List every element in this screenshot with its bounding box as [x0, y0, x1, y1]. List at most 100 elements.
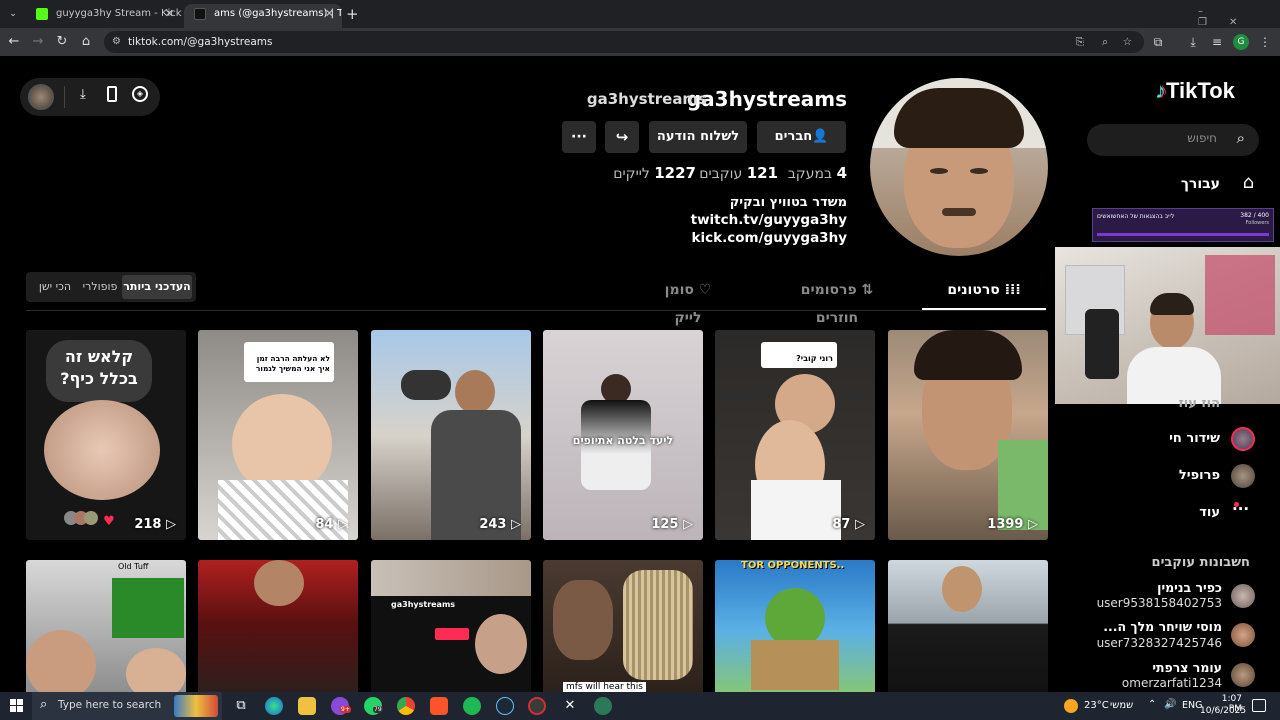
- brave-icon[interactable]: [430, 697, 448, 715]
- address-bar[interactable]: ⚙ tiktok.com/@ga3hystreams ⎘ ⌕ ☆: [104, 31, 1144, 53]
- sort-popular-button[interactable]: פופולרי: [80, 275, 120, 299]
- search-box[interactable]: חיפוש ⌕: [1087, 124, 1259, 156]
- back-arrow-icon[interactable]: ←: [5, 33, 23, 51]
- sidebar-item-more[interactable]: עוד: [1199, 505, 1220, 520]
- more-options-icon[interactable]: ···: [562, 121, 596, 153]
- send-message-button[interactable]: לשלוח הודעה: [649, 121, 747, 153]
- edge-icon[interactable]: [265, 697, 283, 715]
- weather-sun-icon[interactable]: [1064, 699, 1078, 713]
- close-icon[interactable]: ✕: [325, 4, 334, 24]
- steam-icon[interactable]: [496, 697, 514, 715]
- home-icon[interactable]: ⌂: [77, 33, 95, 51]
- browser-tab-tiktok[interactable]: ams (@ga3hystreams) | TikTok ✕: [184, 4, 342, 28]
- view-count: 1399 ▷: [987, 517, 1038, 532]
- whatsapp-icon[interactable]: 79: [364, 697, 383, 715]
- video-tile[interactable]: לא העלתה הרבה זמן איך אני המשיך לגמור 84…: [198, 330, 358, 540]
- browser-tab-kick[interactable]: guyyga3hy Stream - Kick Dashb ✕: [26, 4, 182, 28]
- video-tile[interactable]: [198, 560, 358, 692]
- tiktok-logo[interactable]: ♪TikTok: [1155, 78, 1235, 104]
- video-tile[interactable]: 1399 ▷: [888, 330, 1048, 540]
- thumb-face: [254, 560, 304, 606]
- account-handle[interactable]: omerzarfati1234: [1122, 676, 1222, 690]
- capcut-icon[interactable]: ✕: [561, 697, 579, 715]
- extensions-icon[interactable]: ⧉: [1150, 34, 1166, 50]
- video-tile[interactable]: רוני קובי? 87 ▷: [715, 330, 875, 540]
- video-tile[interactable]: [888, 560, 1048, 692]
- followers-stat[interactable]: 121 עוקבים: [699, 164, 778, 182]
- sort-latest-button[interactable]: העדכני ביותר: [122, 275, 192, 299]
- video-tile[interactable]: ga3hystreams: [371, 560, 531, 692]
- window-controls[interactable]: –❐✕: [1198, 6, 1280, 28]
- tab-reposts[interactable]: ⇅ פרסומים חוזרים: [778, 276, 896, 326]
- user-avatar[interactable]: [28, 84, 54, 110]
- app-globe-icon[interactable]: [594, 697, 612, 715]
- forward-arrow-icon[interactable]: →: [29, 33, 47, 51]
- weather-temp[interactable]: 23°C: [1084, 700, 1109, 711]
- obs-icon[interactable]: [528, 697, 546, 715]
- profile-avatar-icon[interactable]: G: [1233, 34, 1249, 50]
- account-handle[interactable]: user9538158402753: [1097, 596, 1222, 610]
- menu-kebab-icon[interactable]: ⋮: [1257, 34, 1273, 50]
- account-avatar[interactable]: [1231, 623, 1255, 647]
- close-icon[interactable]: ✕: [165, 4, 174, 24]
- share-icon[interactable]: ↪: [605, 121, 639, 153]
- chrome-icon[interactable]: [397, 697, 415, 715]
- profile-avatar[interactable]: [870, 78, 1048, 256]
- following-stat[interactable]: 4 במעקב: [788, 164, 847, 182]
- sidebar-item-profile[interactable]: פרופיל: [1179, 468, 1220, 483]
- task-view-icon[interactable]: ⧉: [232, 697, 250, 715]
- bio-link-kick[interactable]: kick.com/guyyga3hy: [692, 230, 847, 246]
- video-tile[interactable]: ליעד בלטה אתיופים 125 ▷: [543, 330, 703, 540]
- account-handle[interactable]: user7328327425746: [1097, 636, 1222, 650]
- site-info-icon[interactable]: ⚙: [112, 31, 121, 53]
- spotify-icon[interactable]: [463, 697, 481, 715]
- new-tab-button[interactable]: +: [346, 5, 359, 23]
- windows-start-icon[interactable]: [10, 699, 23, 712]
- tray-arrow-icon[interactable]: ⌃: [1148, 699, 1156, 710]
- video-tile[interactable]: Old Tuff: [26, 560, 186, 692]
- account-name[interactable]: כפיר בנימין: [1157, 580, 1222, 595]
- volume-icon[interactable]: 🔊: [1164, 699, 1176, 710]
- zoom-icon[interactable]: ⌕: [1102, 31, 1108, 53]
- app-icon[interactable]: 9+: [331, 697, 351, 715]
- download-icon[interactable]: ⤓: [80, 87, 86, 102]
- video-tile[interactable]: mfs will hear this: [543, 560, 703, 692]
- sidebar-item-for-you[interactable]: עבורך: [1181, 176, 1220, 192]
- sort-oldest-button[interactable]: הכי ישן: [32, 275, 78, 299]
- kick-favicon-icon: [36, 8, 48, 20]
- file-explorer-icon[interactable]: [298, 697, 316, 715]
- account-name[interactable]: עומר צרפתי: [1152, 660, 1222, 675]
- live-avatar-icon[interactable]: [1231, 427, 1255, 451]
- tab-videos[interactable]: ⁞⁞⁞ סרטונים: [922, 276, 1046, 310]
- reload-icon[interactable]: ↻: [53, 33, 71, 51]
- mobile-icon[interactable]: [107, 86, 117, 102]
- account-avatar[interactable]: [1231, 663, 1255, 687]
- video-tile[interactable]: TOR OPPONENTS..: [715, 560, 875, 692]
- account-name[interactable]: מוסי שויחר מלך ה...: [1103, 619, 1222, 634]
- home-icon[interactable]: ⌂: [1243, 172, 1254, 193]
- bookmark-star-icon[interactable]: ☆: [1123, 31, 1132, 53]
- bio-link-twitch[interactable]: twitch.tv/guyyga3hy: [691, 212, 847, 228]
- sidebar-item-partial[interactable]: הוז עוז: [1179, 396, 1220, 411]
- downloads-icon[interactable]: ⤓: [1185, 34, 1201, 50]
- friends-button[interactable]: 👤חברים: [757, 121, 846, 153]
- install-app-icon[interactable]: ⎘: [1076, 31, 1084, 53]
- sidebar-item-live[interactable]: שידור חי: [1169, 431, 1220, 446]
- search-input[interactable]: חיפוש: [1187, 131, 1217, 145]
- notifications-icon[interactable]: [1252, 699, 1266, 712]
- compass-icon[interactable]: ◈: [132, 86, 148, 102]
- taskbar-search-input[interactable]: Type here to search: [58, 699, 161, 711]
- search-icon[interactable]: ⌕: [1237, 129, 1245, 147]
- reading-list-icon[interactable]: ≡: [1209, 34, 1225, 50]
- account-avatar[interactable]: [1231, 584, 1255, 608]
- taskbar-search[interactable]: ⌕ Type here to search: [32, 692, 222, 720]
- clock-date[interactable]: 10/6/2025: [1200, 706, 1246, 716]
- video-tile[interactable]: 243 ▷: [371, 330, 531, 540]
- tab-liked[interactable]: ♡ סומן לייק: [649, 276, 727, 326]
- video-tile[interactable]: קלאש זה בכלל כיף? ♥ 218 ▷: [26, 330, 186, 540]
- profile-avatar-icon[interactable]: [1231, 464, 1255, 488]
- weather-desc[interactable]: שמשי: [1110, 700, 1133, 711]
- tiktok-favicon-icon: [194, 8, 206, 20]
- thumb-caption: Old Tuff: [118, 562, 149, 571]
- tab-search-icon[interactable]: ⌄: [4, 5, 22, 23]
